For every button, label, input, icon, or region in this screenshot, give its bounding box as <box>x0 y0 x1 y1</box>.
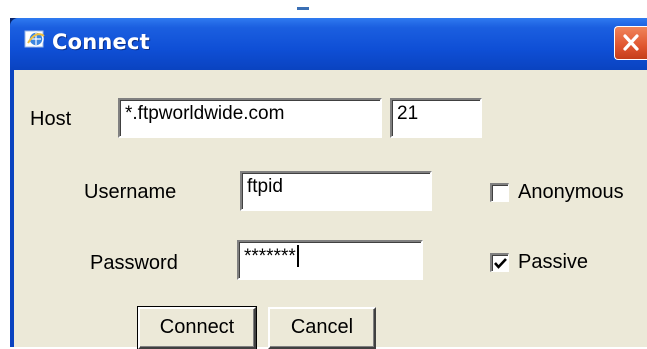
port-input[interactable]: 21 <box>390 98 482 138</box>
username-input[interactable]: ftpid <box>240 171 432 211</box>
password-label: Password <box>90 252 178 274</box>
cancel-button[interactable]: Cancel <box>268 307 376 349</box>
title-bar[interactable]: Connect <box>10 18 647 70</box>
passive-checkbox[interactable] <box>490 253 509 272</box>
password-input[interactable]: ******* <box>237 240 423 280</box>
passive-label[interactable]: Passive <box>518 251 588 274</box>
background-fragment <box>297 7 309 10</box>
close-button[interactable] <box>614 26 647 60</box>
text-caret <box>296 245 299 267</box>
anonymous-label[interactable]: Anonymous <box>518 181 624 204</box>
password-value: ******* <box>244 246 296 267</box>
ie-globe-icon <box>24 28 46 50</box>
username-label: Username <box>84 181 177 203</box>
dialog-title: Connect <box>52 30 150 54</box>
dialog-body: Host *.ftpworldwide.com 21 Username ftpi… <box>10 70 647 349</box>
connect-dialog: Connect Host *.ftpworldwide.com 21 Usern… <box>10 18 647 349</box>
anonymous-checkbox[interactable] <box>490 183 509 202</box>
connect-button[interactable]: Connect <box>137 306 257 349</box>
host-label: Host <box>30 108 72 130</box>
host-input[interactable]: *.ftpworldwide.com <box>118 98 382 138</box>
